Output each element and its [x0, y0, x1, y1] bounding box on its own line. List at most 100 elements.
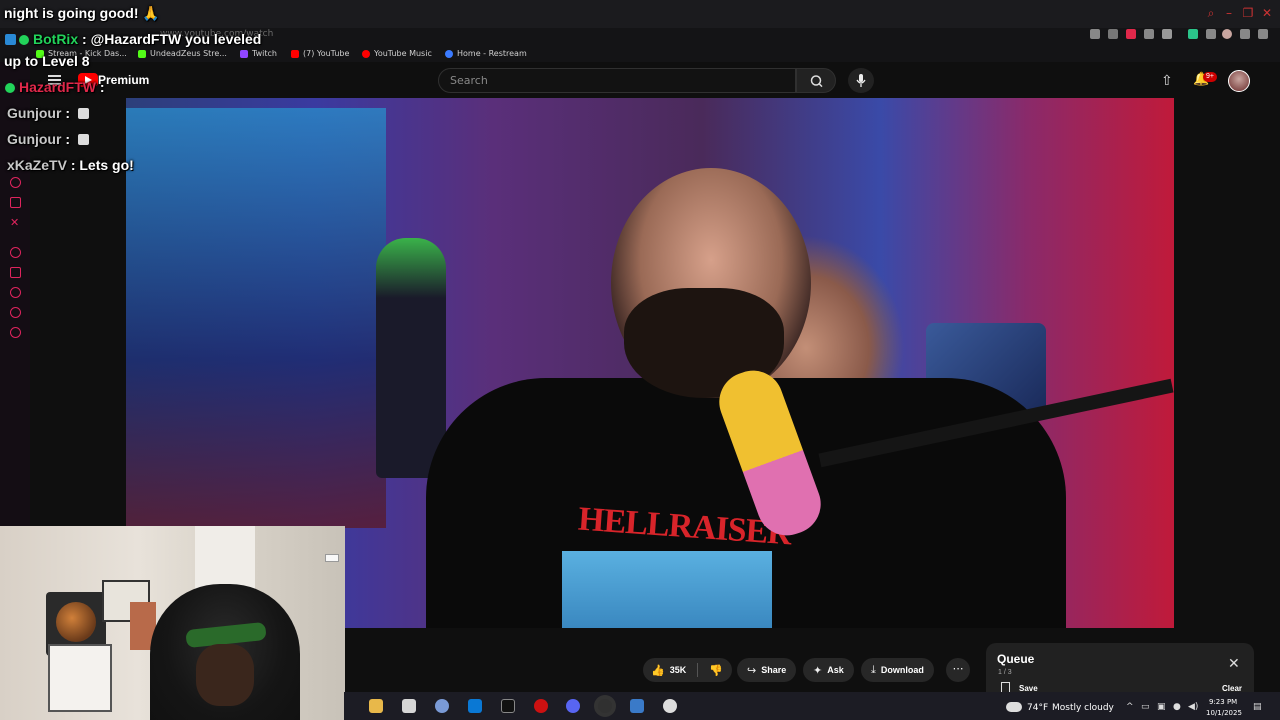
window-app-icon[interactable] [630, 699, 644, 713]
chat-text: up to Level 8 [4, 53, 90, 69]
minimize-button[interactable]: – [1222, 6, 1236, 20]
clock-icon[interactable] [10, 287, 21, 298]
search-button[interactable] [796, 68, 836, 93]
twitch-icon[interactable] [10, 197, 21, 208]
like-count[interactable]: 35K [670, 665, 687, 675]
heart-icon[interactable] [1162, 29, 1172, 39]
share-button[interactable]: ↪ Share [737, 658, 797, 682]
more-actions-button[interactable]: ⋯ [946, 658, 970, 682]
weather-condition[interactable]: Mostly cloudy [1052, 703, 1114, 713]
video-shelf [126, 108, 386, 528]
kick-icon [138, 49, 146, 58]
profile-icon[interactable] [1222, 29, 1232, 39]
folder-icon[interactable] [10, 267, 21, 278]
chat-text: night is going good! 🙏 [4, 5, 160, 21]
extension-icon[interactable] [1126, 29, 1136, 39]
microphone-icon [856, 74, 866, 87]
windows-taskbar [344, 692, 1280, 720]
bookmark-twitch[interactable]: Twitch [240, 47, 277, 60]
chevron-up-icon[interactable]: ^ [1126, 702, 1134, 712]
outlook-icon[interactable] [468, 699, 482, 713]
verified-badge-icon [5, 83, 15, 93]
microphone-icon[interactable]: ● [1173, 702, 1181, 712]
chat-message: Gunjour : [7, 105, 89, 121]
search-input[interactable]: Search [438, 68, 796, 93]
puzzle-icon[interactable] [1206, 29, 1216, 39]
emote-icon [78, 134, 89, 145]
avatar[interactable] [1228, 70, 1250, 92]
thumbs-down-icon[interactable]: 👎 [709, 664, 723, 677]
bookmark-youtube-music[interactable]: YouTube Music [362, 47, 432, 60]
volume-icon[interactable]: ◀) [1188, 702, 1198, 712]
kebab-menu-icon[interactable] [1258, 29, 1268, 39]
app-icon[interactable] [663, 699, 677, 713]
file-explorer-icon[interactable] [369, 699, 383, 713]
download-button[interactable]: ⤓ Download [861, 658, 934, 682]
restream-icon [445, 49, 453, 58]
play-icon[interactable] [1144, 29, 1154, 39]
display-icon[interactable]: ▣ [1157, 702, 1166, 712]
sidebar-icon[interactable] [10, 177, 21, 188]
network-icon[interactable]: ▭ [1141, 702, 1150, 712]
notification-center-icon[interactable]: ▤ [1253, 702, 1262, 712]
weather-temperature[interactable]: 74°F [1027, 703, 1048, 713]
chat-message: night is going good! 🙏 [4, 5, 160, 22]
close-window-button[interactable]: ✕ [1260, 6, 1274, 20]
sparkle-icon: ✦ [813, 663, 823, 677]
chat-message: xKaZeTV : Lets go! [7, 157, 134, 173]
sidebar-icon[interactable] [10, 307, 21, 318]
premium-label[interactable]: Premium [98, 73, 149, 87]
sidebar-icon[interactable] [10, 247, 21, 258]
badge-icon [5, 34, 16, 45]
chat-username: xKaZeTV [7, 157, 67, 173]
maximize-button[interactable]: ❐ [1241, 6, 1255, 20]
extension-icon[interactable] [1108, 29, 1118, 39]
bookmark-youtube[interactable]: (7) YouTube [291, 47, 349, 60]
webcam-wall-art [48, 644, 112, 712]
divider [697, 663, 699, 677]
settings-icon[interactable] [10, 327, 21, 338]
clock-date[interactable]: 10/1/2025 [1206, 709, 1242, 717]
chat-username: Gunjour [7, 131, 62, 147]
chat-message: Gunjour : [7, 131, 89, 147]
webcam-overlay [0, 526, 345, 720]
discord-icon[interactable] [566, 699, 580, 713]
chat-text: : [65, 105, 70, 121]
chat-username: HazardFTW [19, 79, 96, 95]
bookmark-restream[interactable]: Home - Restream [445, 47, 527, 60]
upload-icon[interactable]: ⇧ [1161, 73, 1173, 89]
app-icon[interactable] [435, 699, 449, 713]
chat-text: : @HazardFTW you leveled [82, 31, 262, 47]
emote-icon [78, 108, 89, 119]
opera-icon[interactable] [534, 699, 548, 713]
voice-search-button[interactable] [848, 68, 874, 93]
verified-badge-icon [19, 35, 29, 45]
chat-message: HazardFTW : [5, 79, 105, 95]
obs-icon[interactable] [598, 699, 612, 713]
x-icon[interactable]: ✕ [10, 217, 21, 228]
thumbs-up-icon[interactable]: 👍 [651, 664, 665, 677]
calculator-icon[interactable] [402, 699, 416, 713]
search-icon [810, 75, 823, 88]
chat-text: : [99, 79, 105, 95]
search-tabs-icon[interactable]: ⌕ [1204, 6, 1218, 20]
browser-tab-bar: ⌕ – ❐ ✕ [0, 0, 1280, 28]
ask-button[interactable]: ✦ Ask [803, 658, 854, 682]
chat-message: up to Level 8 [4, 53, 90, 69]
share-icon: ↪ [747, 663, 757, 677]
video-figure [376, 238, 446, 478]
weather-cloud-icon[interactable] [1006, 702, 1022, 712]
x-app-icon[interactable] [501, 699, 515, 713]
chat-text: : [65, 131, 70, 147]
clock-time[interactable]: 9:23 PM [1209, 698, 1237, 706]
chat-username: BotRix [33, 31, 79, 47]
close-icon[interactable]: ✕ [1228, 656, 1240, 672]
download-icon: ⤓ [871, 663, 876, 676]
extension-icon[interactable] [1188, 29, 1198, 39]
chat-username: Gunjour [7, 105, 62, 121]
chat-message: BotRix : @HazardFTW you leveled [5, 31, 261, 47]
youtube-icon [291, 49, 299, 58]
bookmark-icon[interactable] [1090, 29, 1100, 39]
download-icon[interactable] [1240, 29, 1250, 39]
bookmark-undeadzeus[interactable]: UndeadZeus Stre... [138, 47, 227, 60]
